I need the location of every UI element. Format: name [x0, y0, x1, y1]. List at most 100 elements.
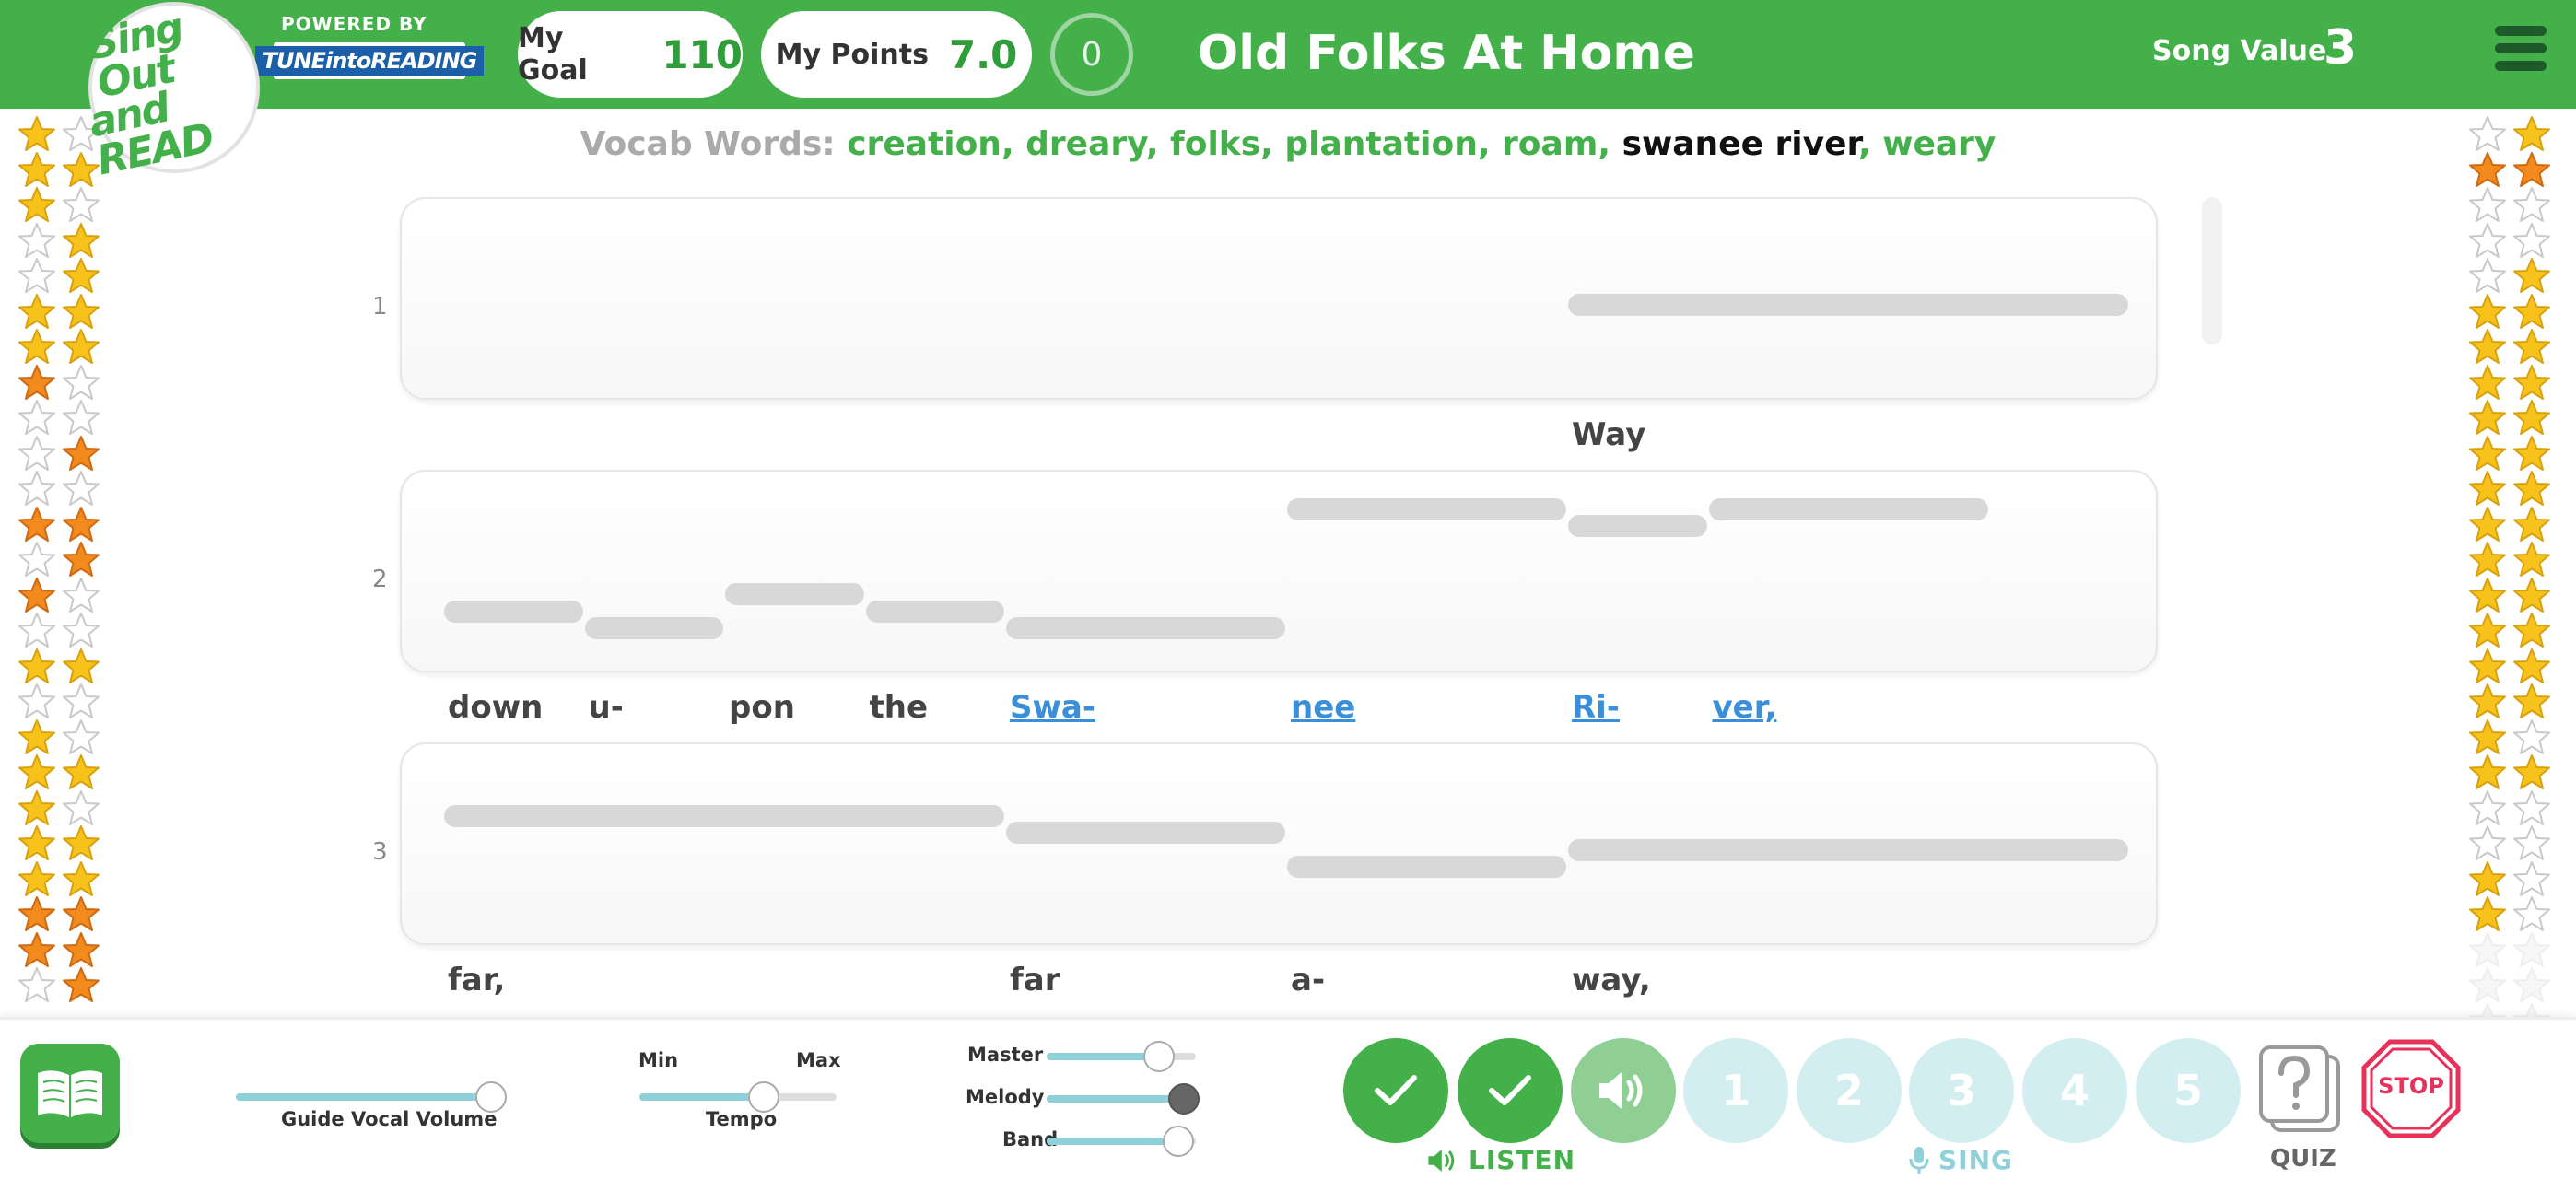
orange-star-icon — [17, 576, 57, 616]
white-star-icon — [2467, 256, 2508, 297]
stop-label: STOP — [2378, 1073, 2444, 1099]
vocab-word[interactable]: roam — [1502, 125, 1598, 163]
melody-note-bar — [725, 583, 864, 605]
sing-1-button[interactable]: 1 — [1683, 1038, 1788, 1143]
sing-section: SING — [1909, 1145, 2013, 1175]
gold-star-icon — [2512, 469, 2552, 509]
gold-star-icon — [2467, 363, 2508, 403]
white-star-icon — [17, 611, 57, 651]
vocab-lyric-link[interactable]: Ri- — [1572, 689, 1620, 726]
melody-label: Melody — [966, 1086, 1045, 1108]
guide-vocal-volume-slider[interactable] — [236, 1081, 508, 1113]
gold-star-icon — [17, 859, 57, 900]
gold-star-icon — [2467, 469, 2508, 509]
sing-out-and-read-logo[interactable]: Sing Out and READ — [85, 2, 260, 184]
master-thumb[interactable] — [1142, 1041, 1175, 1072]
lyric-syllable: Way — [1572, 416, 1646, 453]
vocab-word[interactable]: dreary — [1025, 125, 1146, 163]
gold-star-icon — [2467, 576, 2508, 616]
open-book-icon — [38, 1070, 102, 1117]
lyric-syllable: the — [869, 689, 929, 726]
quiz-button[interactable] — [2257, 1044, 2346, 1136]
gold-star-icon — [17, 823, 57, 864]
orange-star-icon — [17, 505, 57, 545]
lyric-syllable: pon — [729, 689, 795, 726]
tempo-max-label: Max — [796, 1049, 841, 1071]
orange-star-icon — [17, 363, 57, 403]
melody-note-bar — [1568, 838, 2128, 861]
melody-slider[interactable] — [1047, 1083, 1200, 1115]
vocab-word[interactable]: creation — [847, 125, 1001, 163]
sing-3-button[interactable]: 3 — [1909, 1038, 2014, 1143]
listen-play-button[interactable] — [1571, 1038, 1676, 1143]
white-star-icon — [17, 256, 57, 297]
tempo-min-label: Min — [638, 1049, 679, 1071]
white-star-icon — [61, 398, 101, 438]
vocab-word[interactable]: swanee river — [1622, 125, 1858, 163]
lyrics-scrollbar[interactable] — [2202, 197, 2222, 344]
vocab-word[interactable]: plantation — [1284, 125, 1477, 163]
white-star-icon — [2467, 823, 2508, 864]
lyric-syllable: far, — [448, 962, 506, 998]
my-goal-label: My Goal — [518, 22, 588, 87]
lyrics-book-button[interactable] — [20, 1044, 120, 1143]
gold-star-icon — [61, 292, 101, 333]
vocab-lyric-link[interactable]: nee — [1291, 689, 1355, 726]
white-star-icon — [2512, 823, 2552, 864]
band-thumb[interactable] — [1162, 1126, 1194, 1157]
gold-star-icon — [61, 753, 101, 793]
gold-star-icon — [2512, 753, 2552, 793]
gold-star-icon — [2467, 611, 2508, 651]
white-star-icon — [17, 221, 57, 262]
melody-thumb[interactable] — [1168, 1083, 1200, 1115]
sing-label: SING — [1938, 1145, 2013, 1175]
white-star-icon — [61, 576, 101, 616]
tempo-slider[interactable] — [639, 1081, 837, 1113]
listen-2-done-button[interactable] — [1458, 1038, 1563, 1143]
my-goal-value: 110 — [662, 31, 743, 77]
listen-1-done-button[interactable] — [1343, 1038, 1448, 1143]
gold-star-icon — [17, 292, 57, 333]
gold-star-icon — [2467, 540, 2508, 580]
melody-note-bar — [865, 600, 1004, 623]
gold-star-icon — [2467, 292, 2508, 333]
gold-star-icon — [2467, 505, 2508, 545]
white-star-icon — [2467, 185, 2508, 226]
gold-star-icon — [61, 647, 101, 687]
white-star-icon — [17, 965, 57, 1006]
melody-note-bar — [1708, 497, 1988, 520]
microphone-icon — [1909, 1146, 1929, 1174]
vocab-lyric-link[interactable]: ver, — [1713, 689, 1777, 726]
hamburger-menu-icon[interactable] — [2495, 26, 2547, 77]
white-star-icon — [2512, 894, 2552, 935]
vocab-word[interactable]: weary — [1882, 125, 1996, 163]
powered-by-label: POWERED BY — [281, 13, 427, 35]
stop-button[interactable]: STOP — [2360, 1038, 2462, 1139]
gold-star-icon — [2467, 859, 2508, 900]
white-star-icon — [61, 185, 101, 226]
sing-4-button[interactable]: 4 — [2022, 1038, 2127, 1143]
line-number: 1 — [372, 293, 388, 321]
orange-star-icon — [61, 894, 101, 935]
guide-vocal-volume-label: Guide Vocal Volume — [281, 1108, 498, 1130]
white-star-icon — [61, 363, 101, 403]
gold-star-icon — [2467, 434, 2508, 474]
master-slider[interactable] — [1047, 1041, 1196, 1072]
gold-star-icon — [61, 256, 101, 297]
white-star-icon — [61, 469, 101, 509]
band-slider[interactable] — [1047, 1126, 1196, 1157]
orange-star-icon — [61, 540, 101, 580]
white-star-icon — [2512, 221, 2552, 262]
white-star-icon — [2512, 788, 2552, 829]
song-value: 3 — [2324, 20, 2358, 76]
white-star-icon — [61, 718, 101, 758]
sing-2-button[interactable]: 2 — [1797, 1038, 1902, 1143]
vocab-lyric-link[interactable]: Swa- — [1010, 689, 1095, 726]
my-points-badge: My Points 7.0 — [761, 11, 1032, 98]
vocab-word[interactable]: folks — [1170, 125, 1260, 163]
gold-star-icon — [2512, 398, 2552, 438]
gold-star-icon — [2467, 398, 2508, 438]
sing-5-button[interactable]: 5 — [2136, 1038, 2241, 1143]
orange-star-icon — [61, 434, 101, 474]
tempo-label: Tempo — [706, 1108, 778, 1130]
